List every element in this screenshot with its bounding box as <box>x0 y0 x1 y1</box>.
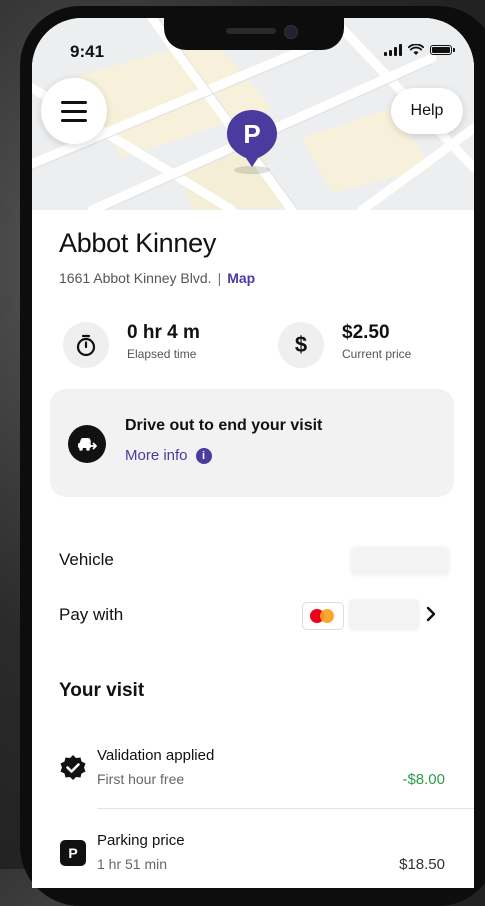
current-price-label: Current price <box>342 347 412 361</box>
parking-price-title: Parking price <box>97 832 185 849</box>
front-camera <box>284 25 298 39</box>
elapsed-time-label: Elapsed time <box>127 347 197 361</box>
parking-icon: P <box>59 839 87 867</box>
hamburger-icon <box>61 100 87 104</box>
mastercard-icon <box>302 602 344 630</box>
battery-icon <box>430 45 455 55</box>
parking-price-amount: $18.50 <box>399 856 445 873</box>
vehicle-label: Vehicle <box>59 550 114 569</box>
end-visit-banner: Drive out to end your visit More info i <box>50 389 454 497</box>
help-button[interactable]: Help <box>391 88 463 134</box>
elapsed-time-value: 0 hr 4 m <box>127 322 200 343</box>
stopwatch-icon <box>63 322 109 368</box>
pin-letter: P <box>243 119 261 149</box>
map-link[interactable]: Map <box>227 270 255 286</box>
status-time: 9:41 <box>70 42 105 61</box>
address-separator: | <box>217 270 222 286</box>
menu-button[interactable] <box>41 78 107 144</box>
visit-divider <box>97 808 474 809</box>
current-price-stat: $ $2.50 Current price <box>278 322 411 368</box>
more-info-link[interactable]: More info i <box>125 447 212 464</box>
speaker-grille <box>226 28 276 34</box>
banner-title: Drive out to end your visit <box>125 417 323 434</box>
parking-badge: P <box>60 840 86 866</box>
pay-with-label: Pay with <box>59 605 124 624</box>
location-name: Abbot Kinney <box>59 228 217 258</box>
more-info-label: More info <box>125 447 188 464</box>
info-icon: i <box>195 447 212 464</box>
validation-amount: -$8.00 <box>402 771 445 788</box>
card-number-redacted <box>348 599 420 631</box>
elapsed-time-stat: 0 hr 4 m Elapsed time <box>63 322 200 368</box>
validation-subtitle: First hour free <box>97 771 185 787</box>
your-visit-title: Your visit <box>59 680 145 701</box>
phone-notch <box>164 18 344 50</box>
parking-pin-icon[interactable]: P <box>226 110 278 176</box>
current-price-value: $2.50 <box>342 322 390 343</box>
verified-badge-icon <box>59 754 87 782</box>
chevron-right-icon[interactable] <box>424 605 438 623</box>
signal-icon <box>384 44 402 56</box>
phone-screen: 9:41 Help P Abbot Kinney 1661 Abbot Kinn… <box>32 18 474 888</box>
car-exit-icon <box>68 425 106 463</box>
status-icons <box>384 44 455 56</box>
location-address-row: 1661 Abbot Kinney Blvd. | Map <box>59 270 255 286</box>
dollar-icon: $ <box>278 322 324 368</box>
parking-duration: 1 hr 51 min <box>97 856 168 872</box>
validation-title: Validation applied <box>97 747 215 764</box>
map-view[interactable]: 9:41 Help P <box>32 18 474 210</box>
wifi-icon <box>408 44 424 55</box>
vehicle-value-redacted[interactable] <box>350 546 450 576</box>
location-address: 1661 Abbot Kinney Blvd. <box>59 270 212 286</box>
